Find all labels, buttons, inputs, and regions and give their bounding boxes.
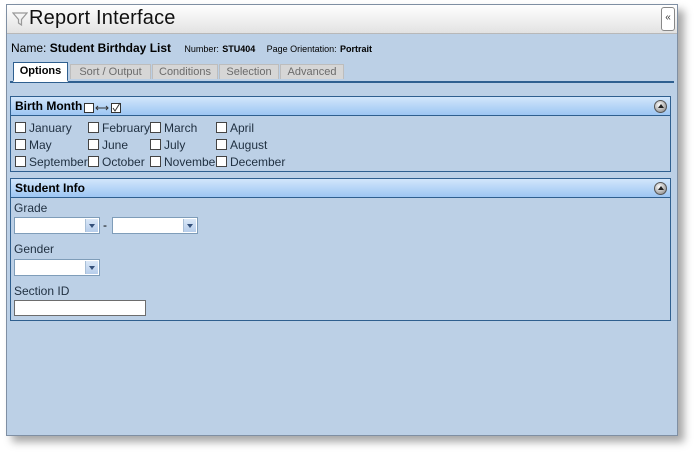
month-label: August xyxy=(230,138,268,152)
chevron-down-icon[interactable] xyxy=(183,219,196,232)
month-label: October xyxy=(102,155,145,169)
window-title: Report Interface xyxy=(29,7,176,29)
month-checkbox-september[interactable]: September xyxy=(15,155,88,169)
filter-funnel-icon xyxy=(12,12,28,27)
month-label: April xyxy=(230,121,255,135)
month-checkbox-may[interactable]: May xyxy=(15,138,52,152)
title-bar: Report Interface « xyxy=(7,5,677,34)
month-checkbox-january[interactable]: January xyxy=(15,121,72,135)
grade-label: Grade xyxy=(14,201,48,215)
month-checkbox-december[interactable]: December xyxy=(216,155,285,169)
tab-sort-output[interactable]: Sort / Output xyxy=(70,64,151,79)
student-info-title: Student Info xyxy=(15,181,85,195)
checkbox-icon[interactable] xyxy=(150,122,161,133)
month-label: November xyxy=(164,155,220,169)
month-checkbox-february[interactable]: February xyxy=(88,121,150,135)
section-id-input[interactable] xyxy=(14,300,146,316)
report-interface-window: Report Interface « Name: Student Birthda… xyxy=(6,4,678,436)
gender-select[interactable] xyxy=(14,259,100,276)
grade-from-select[interactable] xyxy=(14,217,100,234)
checkbox-icon[interactable] xyxy=(216,156,227,167)
report-number-value: STU404 xyxy=(222,44,256,54)
month-label: June xyxy=(102,138,129,152)
birth-month-header: Birth Month xyxy=(11,97,670,116)
month-label: January xyxy=(29,121,72,135)
checkbox-icon[interactable] xyxy=(150,156,161,167)
month-checkbox-august[interactable]: August xyxy=(216,138,267,152)
checkbox-icon[interactable] xyxy=(88,122,99,133)
month-checkbox-july[interactable]: July xyxy=(150,138,185,152)
checkbox-icon[interactable] xyxy=(15,139,26,150)
month-label: February xyxy=(102,121,151,135)
grade-to-select[interactable] xyxy=(112,217,198,234)
month-checkbox-april[interactable]: April xyxy=(216,121,254,135)
tab-options[interactable]: Options xyxy=(13,62,68,82)
month-label: September xyxy=(29,155,88,169)
report-name-value: Student Birthday List xyxy=(49,41,172,55)
checkbox-icon[interactable] xyxy=(15,122,26,133)
month-label: July xyxy=(164,138,186,152)
month-checkbox-november[interactable]: November xyxy=(150,155,219,169)
checkbox-icon[interactable] xyxy=(150,139,161,150)
month-label: May xyxy=(29,138,52,152)
checkbox-icon[interactable] xyxy=(88,139,99,150)
month-label: December xyxy=(230,155,286,169)
birth-month-collapse-icon[interactable] xyxy=(654,100,667,113)
month-label: March xyxy=(164,121,198,135)
chevron-down-icon[interactable] xyxy=(85,219,98,232)
checkbox-icon[interactable] xyxy=(88,156,99,167)
checkbox-icon[interactable] xyxy=(15,156,26,167)
collapse-panel-button[interactable]: « xyxy=(661,7,675,31)
report-number-label: Number: xyxy=(184,44,219,54)
month-checkbox-june[interactable]: June xyxy=(88,138,128,152)
page-orientation-value: Portrait xyxy=(340,44,373,54)
report-info-row: Name: Student Birthday List Number: STU4… xyxy=(11,41,380,57)
report-name-label: Name: xyxy=(11,41,47,55)
checkbox-icon[interactable] xyxy=(216,139,227,150)
gender-label: Gender xyxy=(14,242,55,256)
tab-advanced[interactable]: Advanced xyxy=(280,64,344,79)
toggle-all-checkboxes-icon[interactable] xyxy=(84,102,124,114)
month-checkbox-october[interactable]: October xyxy=(88,155,145,169)
checkbox-icon[interactable] xyxy=(216,122,227,133)
section-id-label: Section ID xyxy=(14,284,70,298)
tab-conditions[interactable]: Conditions xyxy=(152,64,218,79)
month-checkbox-march[interactable]: March xyxy=(150,121,197,135)
grade-range-separator: - xyxy=(103,218,107,232)
page-orientation-label: Page Orientation: xyxy=(266,44,337,54)
tab-selection[interactable]: Selection xyxy=(219,64,279,79)
student-info-section: Student Info Grade - Gender Section ID xyxy=(10,178,671,321)
student-info-header: Student Info xyxy=(11,179,670,198)
birth-month-section: Birth Month January February March April… xyxy=(10,96,671,172)
tab-bar: Options Sort / Output Conditions Selecti… xyxy=(10,62,674,83)
chevron-down-icon[interactable] xyxy=(85,261,98,274)
birth-month-title: Birth Month xyxy=(15,99,83,113)
student-info-collapse-icon[interactable] xyxy=(654,182,667,195)
